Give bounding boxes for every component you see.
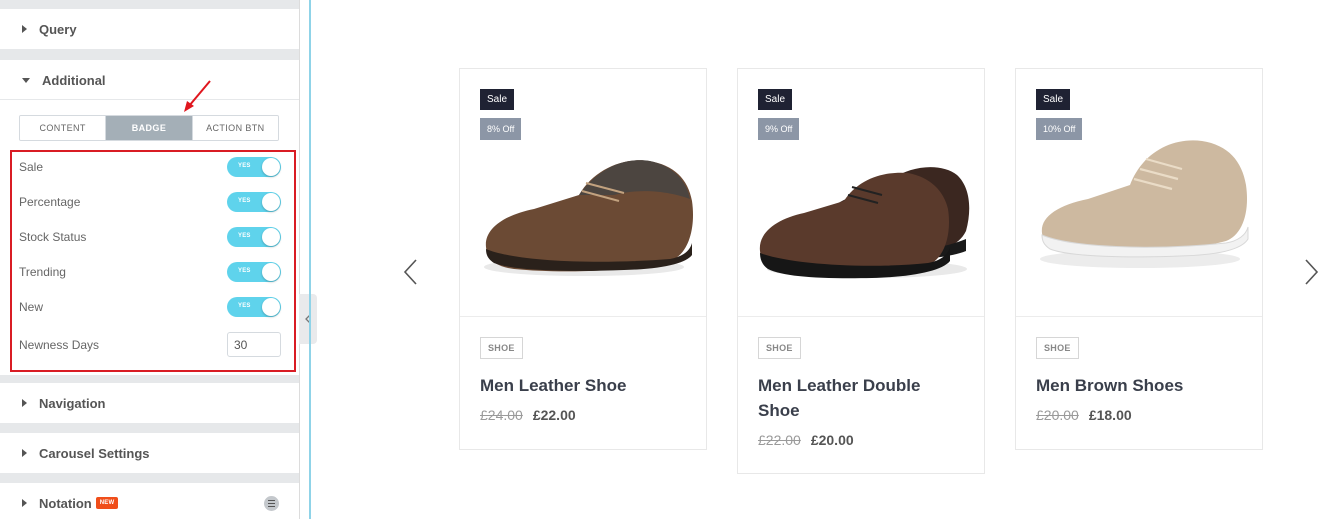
- new-badge: NEW: [95, 497, 119, 509]
- product-card[interactable]: Sale 9% Off SHOE Men Leather Double Shoe…: [737, 68, 985, 474]
- product-image-area[interactable]: Sale 9% Off: [738, 69, 984, 317]
- caret-right-icon: [22, 499, 27, 507]
- annotation-arrow-icon: [184, 80, 211, 112]
- section-title-notation: Notation: [39, 495, 92, 511]
- caret-right-icon: [22, 399, 27, 407]
- price-row: £20.00 £18.00: [1036, 407, 1242, 423]
- product-card[interactable]: Sale 8% Off SHOE Men Leather Shoe £24.00…: [459, 68, 707, 450]
- sale-badge: Sale: [758, 89, 793, 110]
- category-tag[interactable]: SHOE: [758, 337, 801, 359]
- old-price: £24.00: [480, 407, 523, 423]
- caret-right-icon: [22, 25, 27, 33]
- product-title[interactable]: Men Brown Shoes: [1036, 373, 1236, 398]
- product-card[interactable]: Sale 10% Off SHOE Men Brown Shoes £20.00…: [1015, 68, 1263, 450]
- section-carousel-settings[interactable]: Carousel Settings: [0, 433, 299, 473]
- highlight-box: [10, 150, 296, 372]
- discount-badge: 8% Off: [480, 118, 522, 140]
- product-image-area[interactable]: Sale 10% Off: [1016, 69, 1262, 317]
- carousel-prev-button[interactable]: [402, 258, 418, 286]
- old-price: £22.00: [758, 432, 801, 448]
- carousel-next-button[interactable]: [1304, 258, 1320, 286]
- tab-badge[interactable]: BADGE: [106, 116, 193, 140]
- category-tag[interactable]: SHOE: [480, 337, 523, 359]
- sale-price: £20.00: [810, 432, 854, 448]
- section-additional[interactable]: Additional: [0, 60, 299, 100]
- price-row: £24.00 £22.00: [480, 407, 686, 423]
- caret-right-icon: [22, 449, 27, 457]
- sale-price: £18.00: [1088, 407, 1132, 423]
- tab-action-btn[interactable]: ACTION BTN: [192, 116, 278, 140]
- discount-badge: 9% Off: [758, 118, 800, 140]
- section-query[interactable]: Query: [0, 9, 299, 49]
- caret-down-icon: [22, 77, 30, 83]
- sale-badge: Sale: [480, 89, 515, 110]
- price-row: £22.00 £20.00: [758, 432, 964, 448]
- section-title-navigation: Navigation: [39, 395, 106, 411]
- editor-panel: Query Additional CONTENT BADGE ACTION BT…: [0, 0, 300, 519]
- badge-tabs: CONTENT BADGE ACTION BTN: [19, 115, 279, 141]
- section-navigation[interactable]: Navigation: [0, 383, 299, 423]
- sale-badge: Sale: [1036, 89, 1071, 110]
- section-title-additional: Additional: [42, 72, 106, 88]
- section-title-query: Query: [39, 21, 77, 37]
- sale-price: £22.00: [532, 407, 576, 423]
- product-title[interactable]: Men Leather Double Shoe: [758, 373, 958, 423]
- category-tag[interactable]: SHOE: [1036, 337, 1079, 359]
- preview-divider: [309, 0, 311, 519]
- notation-icon[interactable]: [264, 496, 279, 511]
- discount-badge: 10% Off: [1036, 118, 1083, 140]
- product-title[interactable]: Men Leather Shoe: [480, 373, 680, 398]
- product-image-area[interactable]: Sale 8% Off: [460, 69, 706, 317]
- tab-content[interactable]: CONTENT: [20, 116, 107, 140]
- section-notation[interactable]: Notation NEW: [0, 483, 299, 519]
- old-price: £20.00: [1036, 407, 1079, 423]
- section-title-carousel-settings: Carousel Settings: [39, 445, 150, 461]
- panel-collapse-button[interactable]: [299, 294, 317, 344]
